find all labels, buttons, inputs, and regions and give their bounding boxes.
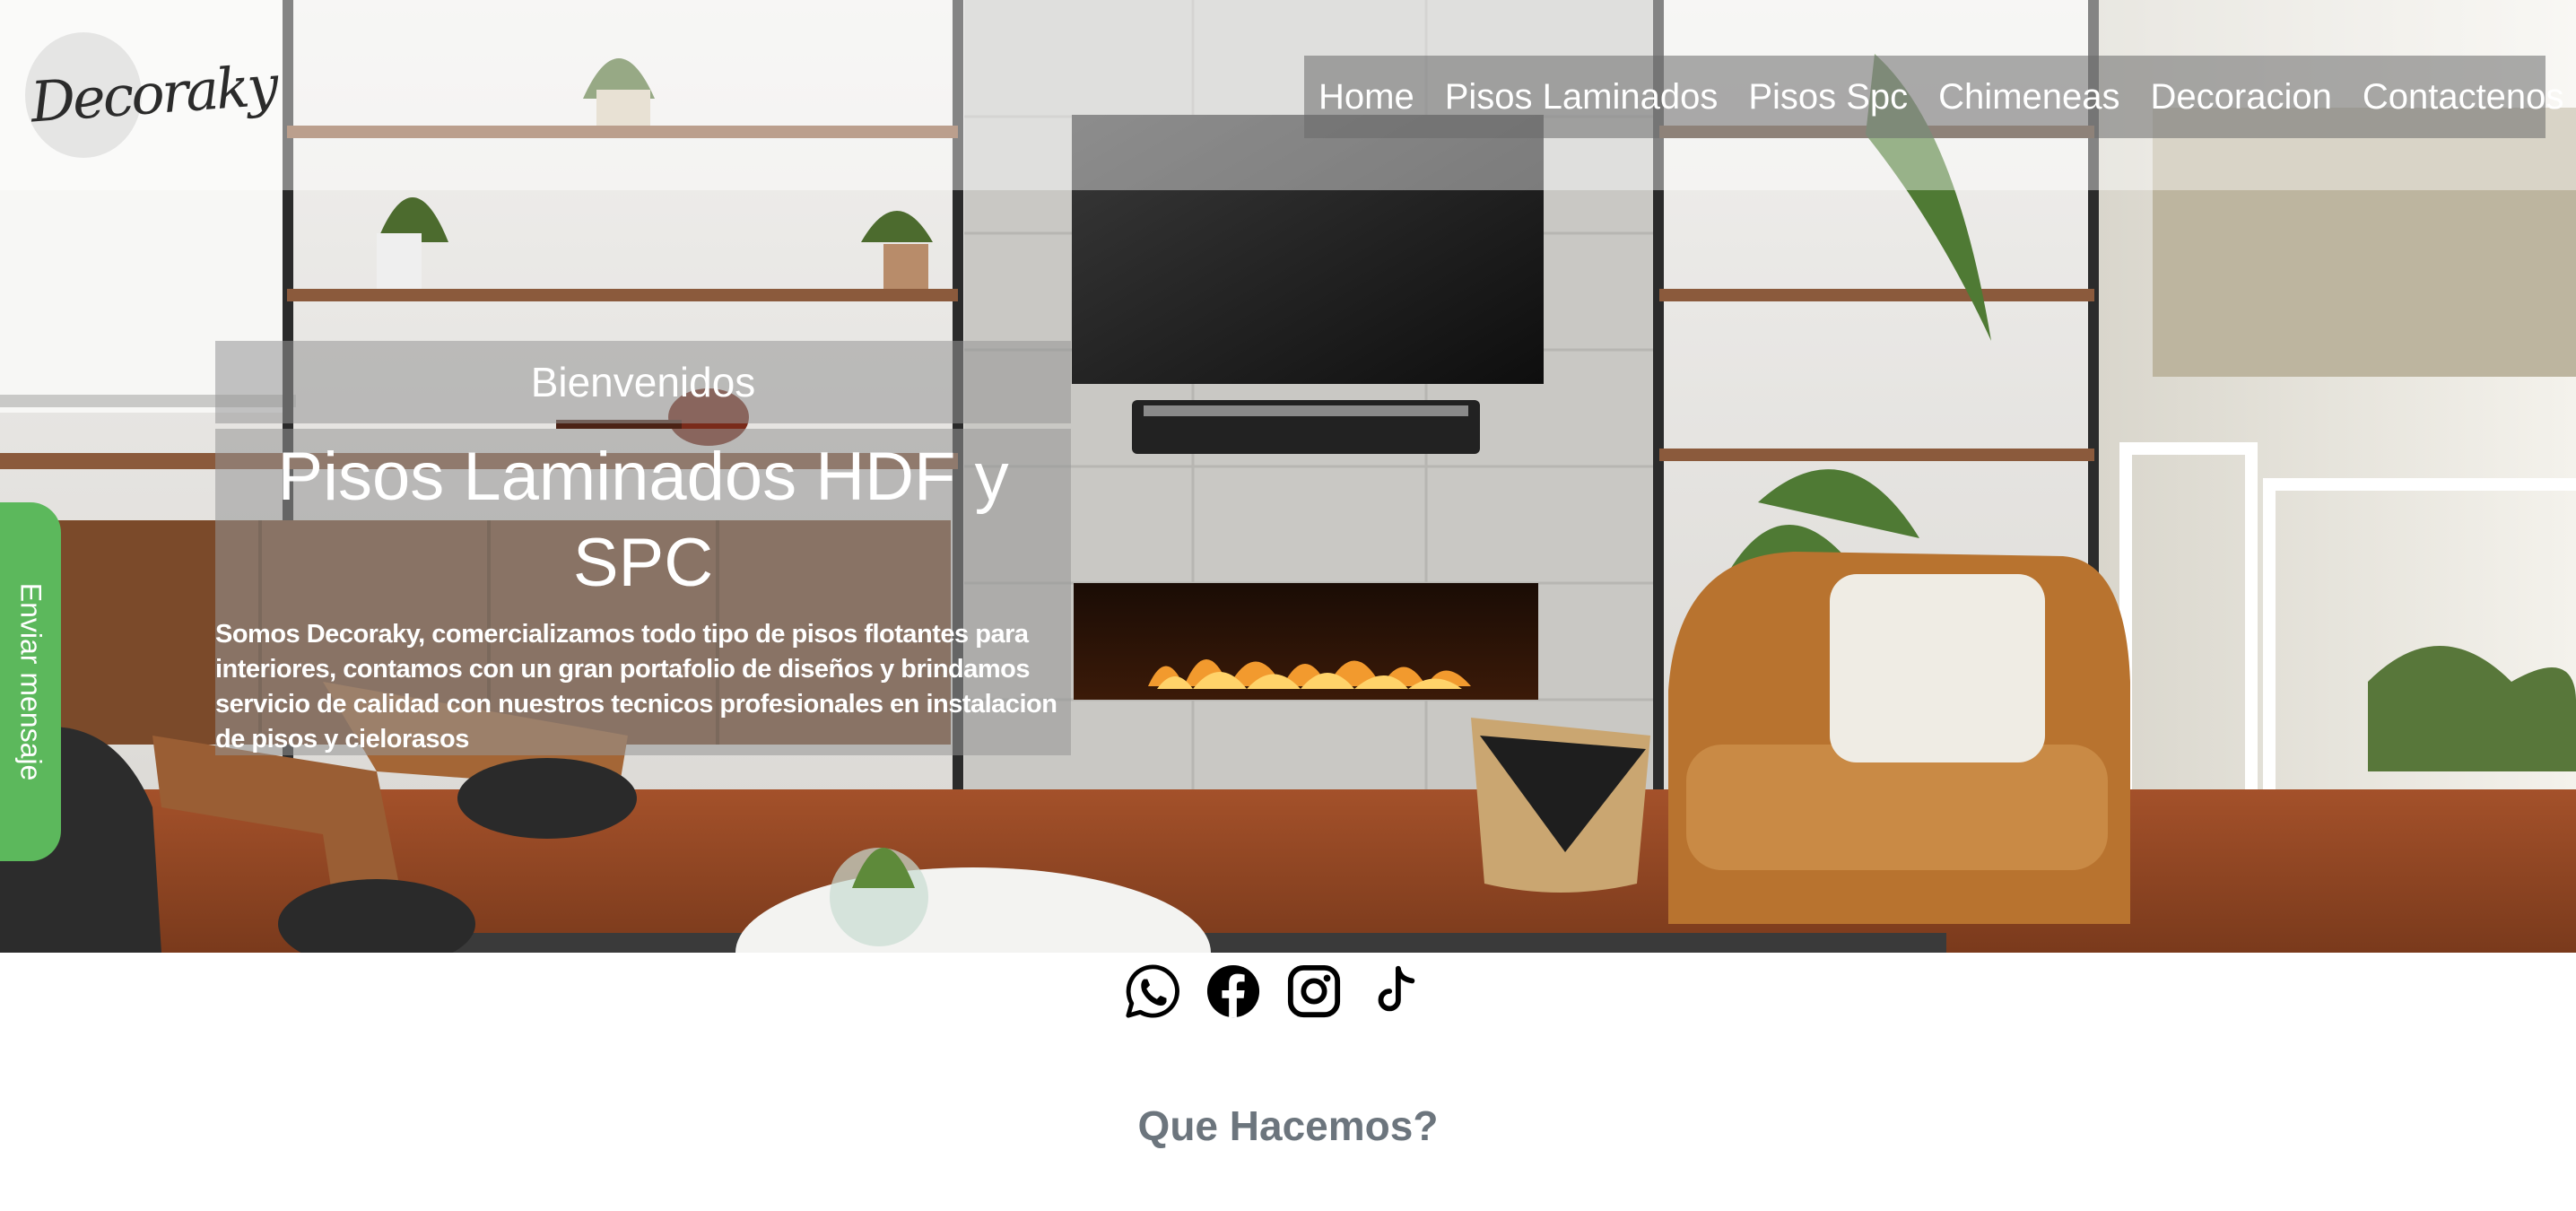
facebook-icon[interactable] — [1205, 963, 1261, 1019]
hero-welcome-text: Bienvenidos — [530, 359, 756, 405]
nav-decoracion[interactable]: Decoracion — [2151, 77, 2332, 118]
section-heading-que-hacemos: Que Hacemos? — [1137, 1102, 1439, 1149]
nav-contactenos[interactable]: Contactenos — [2363, 77, 2564, 118]
send-message-tab[interactable]: Enviar mensaje — [0, 502, 61, 861]
instagram-icon[interactable] — [1286, 963, 1342, 1019]
nav-pisos-spc[interactable]: Pisos Spc — [1748, 77, 1908, 118]
nav-chimeneas[interactable]: Chimeneas — [1938, 77, 2119, 118]
brand-logo[interactable]: Decoraky — [20, 22, 289, 165]
send-message-label: Enviar mensaje — [14, 582, 48, 781]
whatsapp-icon[interactable] — [1125, 963, 1180, 1019]
hero-description: Somos Decoraky, comercializamos todo tip… — [215, 620, 1057, 754]
tiktok-icon[interactable] — [1367, 963, 1423, 1019]
hero-banner: Decoraky Home Pisos Laminados Pisos Spc … — [0, 0, 2576, 953]
nav-home[interactable]: Home — [1318, 77, 1414, 118]
social-links — [1125, 960, 1430, 1023]
nav-pisos-laminados[interactable]: Pisos Laminados — [1445, 77, 1719, 118]
page: Decoraky Home Pisos Laminados Pisos Spc … — [0, 0, 2576, 1211]
hero-title: Pisos Laminados HDF y SPC — [277, 439, 1009, 601]
main-navigation: Home Pisos Laminados Pisos Spc Chimeneas… — [1304, 56, 2563, 138]
